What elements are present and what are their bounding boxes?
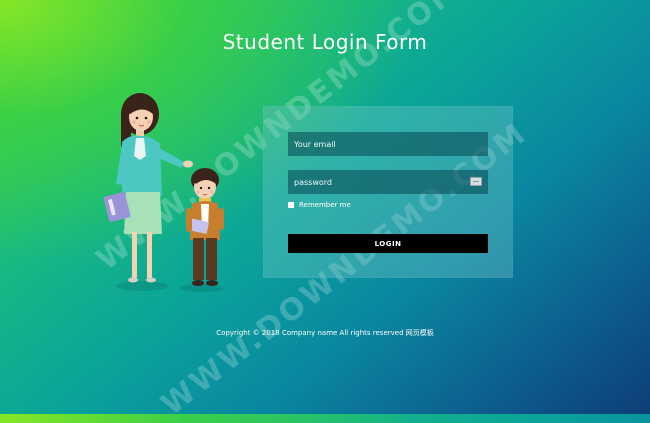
- login-button[interactable]: LOGIN: [288, 234, 488, 253]
- remember-label: Remember me: [299, 201, 351, 209]
- login-panel: Your email password Remember me LOGIN: [263, 106, 513, 278]
- keyboard-icon: [470, 177, 482, 186]
- remember-me[interactable]: Remember me: [288, 201, 351, 209]
- email-placeholder: Your email: [294, 139, 336, 149]
- remember-checkbox[interactable]: [288, 202, 294, 208]
- page-title: Student Login Form: [222, 30, 428, 54]
- email-input[interactable]: Your email: [288, 132, 488, 156]
- password-input[interactable]: password: [288, 170, 488, 194]
- password-placeholder: password: [294, 177, 332, 187]
- teacher-student-illustration: [103, 93, 224, 292]
- copyright-text: Copyright © 2018 Company name All rights…: [216, 329, 434, 337]
